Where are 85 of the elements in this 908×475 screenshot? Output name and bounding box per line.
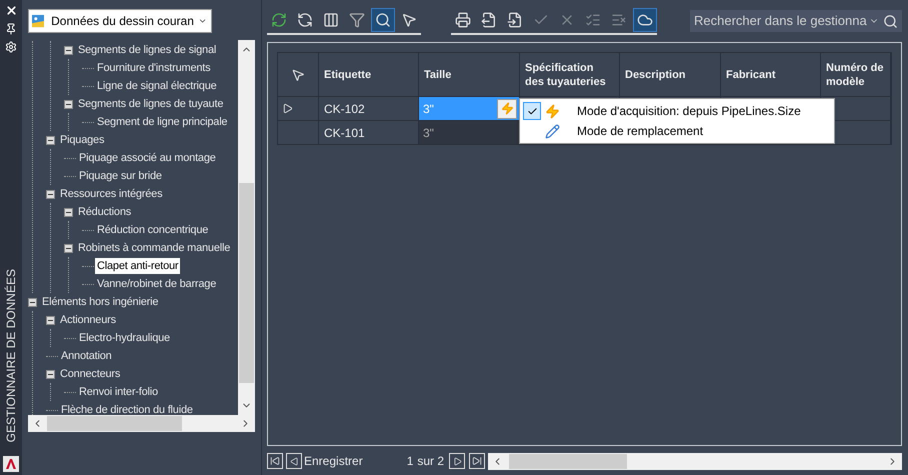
lightning-icon — [544, 104, 560, 118]
tree-item[interactable]: Connecteurs — [58, 366, 122, 382]
export-icon — [481, 12, 497, 28]
list-check-icon — [585, 12, 601, 28]
column-header[interactable]: Spécification des tuyauteries — [525, 60, 614, 88]
collapse-toggle[interactable] — [64, 46, 73, 54]
settings-icon[interactable] — [5, 41, 17, 53]
tree-item[interactable]: Segments de lignes de signal — [76, 42, 218, 58]
print-icon — [455, 12, 471, 28]
pointer-icon — [401, 12, 417, 28]
pin-icon[interactable] — [5, 23, 17, 35]
collapse-toggle[interactable] — [64, 208, 73, 216]
collapse-toggle[interactable] — [46, 136, 55, 144]
source-dropdown[interactable]: Données du dessin couran — [28, 9, 212, 33]
tree-item[interactable]: Fourniture d'instruments — [95, 60, 212, 76]
tree-item[interactable]: Ressources intégrées — [58, 186, 164, 202]
previous-record-button[interactable] — [286, 453, 302, 469]
drawing-data-icon — [32, 13, 44, 29]
first-icon — [270, 456, 280, 466]
record-number: 1 — [406, 453, 414, 470]
close-icon[interactable] — [4, 4, 18, 17]
record-label: Enregistrer — [304, 453, 363, 470]
column-header[interactable]: Description — [625, 68, 686, 82]
mode-button[interactable] — [497, 98, 517, 118]
tree-item[interactable]: Flèche de direction du fluide — [59, 402, 195, 415]
next-icon — [452, 456, 462, 466]
tree-item[interactable]: Robinets à commande manuelle — [76, 240, 232, 256]
first-record-button[interactable] — [267, 453, 283, 469]
last-record-button[interactable] — [469, 453, 486, 469]
tree-item[interactable]: Réductions — [76, 204, 134, 220]
app-logo-icon — [3, 456, 19, 472]
columns-icon — [323, 12, 339, 28]
tree-item[interactable]: Eléments hors ingénierie — [40, 294, 160, 310]
menu-item[interactable]: Mode d'acquisition: depuis PipeLines.Size — [520, 101, 834, 121]
tree-item[interactable]: Segment de ligne principale — [95, 114, 230, 130]
horizontal-scrollbar[interactable] — [28, 415, 255, 432]
scrollbar-thumb[interactable] — [47, 416, 182, 431]
filter-icon — [349, 12, 365, 28]
cloud-icon — [637, 12, 653, 28]
scrollbar-thumb[interactable] — [239, 182, 254, 382]
collapse-toggle[interactable] — [46, 316, 55, 324]
dropdown-value: Données du dessin couran — [50, 13, 194, 30]
tree-item[interactable]: Annotation — [59, 348, 114, 364]
tree-item[interactable]: Piquages — [58, 132, 106, 148]
search-field[interactable]: Rechercher dans le gestionna — [690, 10, 902, 32]
tree-item[interactable]: Actionneurs — [58, 312, 118, 328]
vertical-scrollbar[interactable] — [238, 40, 255, 415]
scrollbar-thumb[interactable] — [509, 454, 628, 468]
panel-title: GESTIONNAIRE DE DONNÉES — [3, 268, 19, 442]
tree-item[interactable]: Réduction concentrique — [95, 222, 210, 238]
sync-icon — [297, 12, 313, 28]
tree-item[interactable]: Vanne/robinet de barrage — [95, 276, 218, 292]
import-icon — [507, 12, 523, 28]
column-header[interactable]: Taille — [424, 68, 452, 82]
horizontal-scrollbar[interactable] — [488, 452, 902, 470]
column-header[interactable]: Numéro de modèle — [826, 60, 885, 88]
tree-item[interactable]: Segments de lignes de tuyaute — [76, 96, 226, 112]
list-x-icon — [611, 12, 627, 28]
collapse-toggle[interactable] — [46, 190, 55, 198]
collapse-toggle[interactable] — [64, 100, 73, 108]
toolbar-button[interactable] — [633, 8, 657, 32]
record-total: sur 2 — [417, 453, 444, 470]
select-pointer-icon[interactable] — [291, 68, 305, 82]
tree-item[interactable]: Piquage sur bride — [77, 168, 164, 184]
collapse-toggle[interactable] — [28, 298, 37, 306]
collapse-toggle[interactable] — [46, 370, 55, 378]
last-icon — [472, 456, 482, 466]
lightning-icon — [500, 102, 514, 115]
size-cell[interactable]: 3" — [419, 121, 520, 144]
previous-icon — [290, 456, 298, 466]
tree-item[interactable]: Clapet anti-retour — [95, 258, 180, 274]
menu-item[interactable]: Mode de remplacement — [520, 121, 834, 141]
tree-item[interactable]: Ligne de signal électrique — [95, 78, 219, 94]
column-header[interactable]: Etiquette — [324, 68, 372, 82]
zoom-icon — [375, 12, 391, 28]
pencil-icon — [544, 124, 560, 138]
search-icon[interactable] — [883, 14, 898, 28]
tree-item[interactable]: Renvoi inter-folio — [77, 384, 160, 400]
collapse-toggle[interactable] — [64, 244, 73, 252]
tree-item[interactable]: Electro-hydraulique — [77, 330, 172, 346]
next-record-button[interactable] — [449, 453, 466, 469]
tree-item[interactable]: Piquage associé au montage — [77, 150, 218, 166]
column-header[interactable]: Fabricant — [726, 68, 776, 82]
toolbar-button[interactable] — [371, 8, 395, 32]
refresh-icon — [271, 12, 287, 28]
